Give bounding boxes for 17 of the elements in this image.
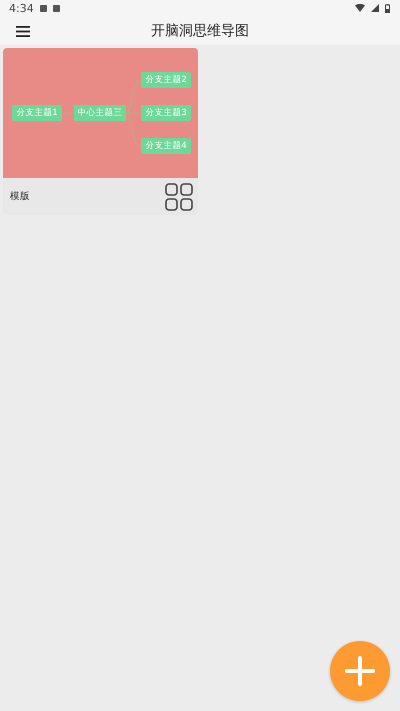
central-topic: 中心主题三 (74, 105, 126, 121)
branch-topic: 分支主题2 (141, 72, 191, 88)
signal-icon (371, 4, 379, 12)
branch-topic: 分支主题1 (12, 105, 62, 121)
branch-topic: 分支主题3 (141, 105, 191, 121)
status-time: 4:34 (9, 2, 34, 14)
image-icon (40, 4, 47, 12)
plus-icon (345, 656, 375, 686)
notification-icon (52, 4, 60, 12)
grid-icon[interactable] (165, 182, 193, 210)
template-label: 模版 (10, 190, 30, 203)
branch-topic: 分支主题4 (141, 138, 191, 154)
battery-icon (385, 4, 390, 12)
menu-icon (16, 26, 30, 36)
app-title: 开脑洞思维导图 (151, 22, 249, 40)
connector-line (62, 112, 74, 114)
wifi-icon (355, 4, 365, 12)
